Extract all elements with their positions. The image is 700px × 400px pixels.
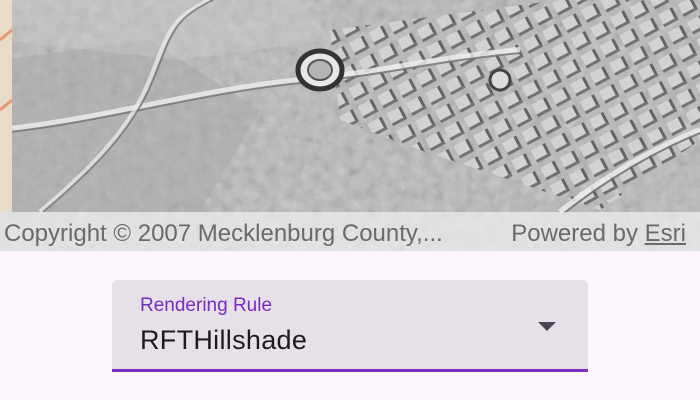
powered-by-label: Powered by [511,220,638,247]
rendering-rule-selected-value: RFTHillshade [140,325,308,355]
map-view[interactable]: Copyright © 2007 Mecklenburg County,... … [0,0,700,251]
copyright-text: Copyright © 2007 Mecklenburg County,... [4,220,443,247]
chevron-down-icon[interactable] [538,322,556,331]
rendering-rule-dropdown[interactable]: Rendering Rule RFTHillshade [112,280,588,372]
map-attribution-bar: Copyright © 2007 Mecklenburg County,... … [0,212,700,251]
esri-link[interactable]: Esri [645,220,686,247]
powered-by-text: Powered by Esri [511,212,686,251]
rendering-rule-label: Rendering Rule [140,295,273,316]
